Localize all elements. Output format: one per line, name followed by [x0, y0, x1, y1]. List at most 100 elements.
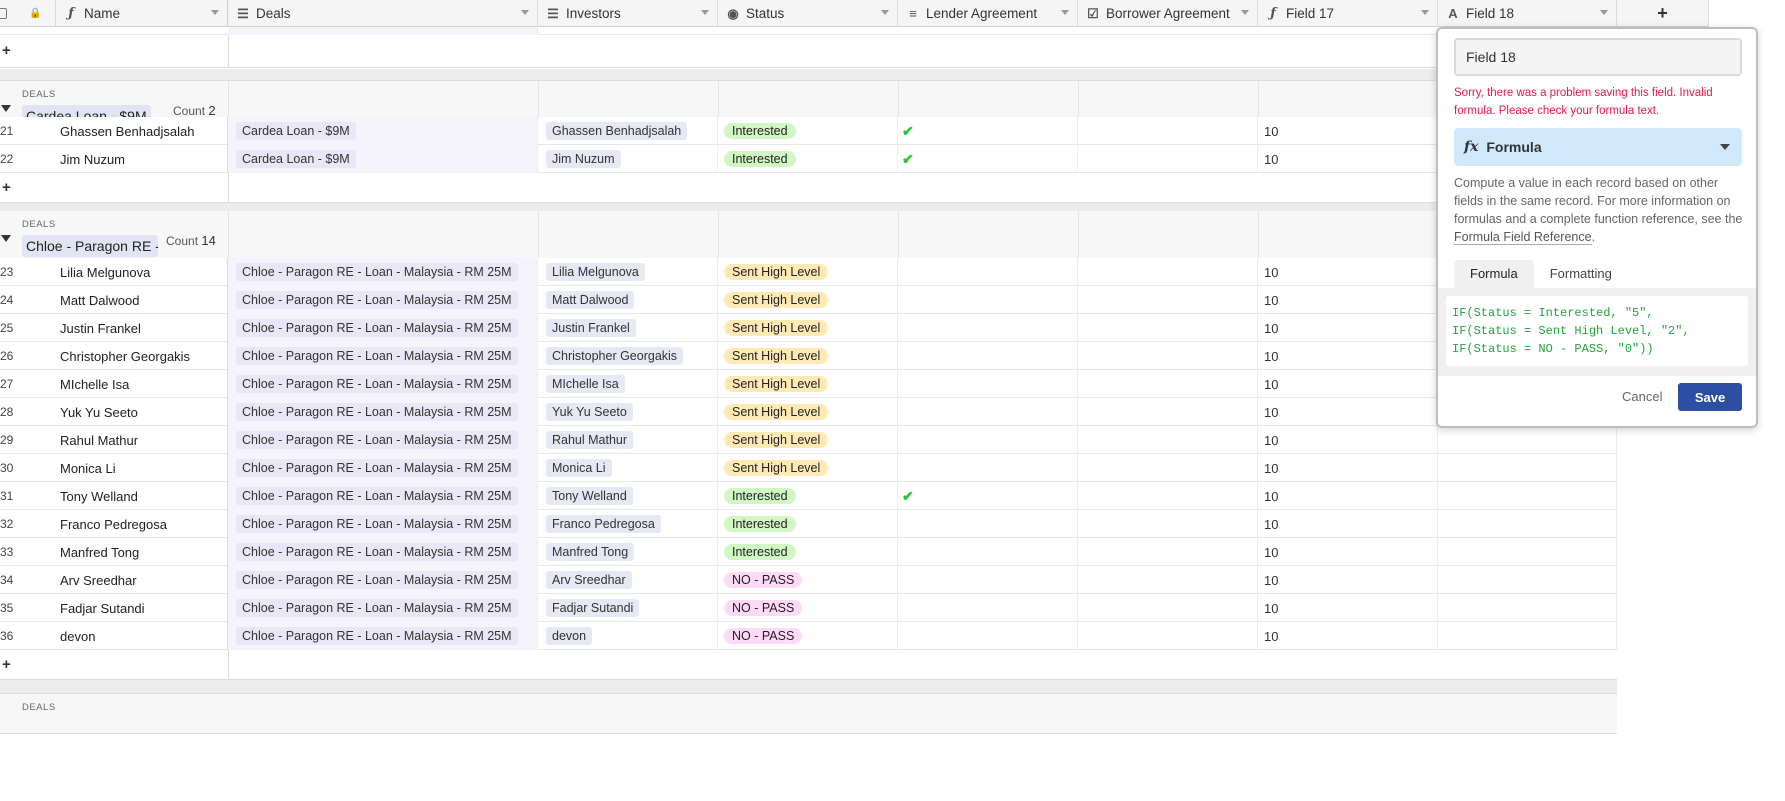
- name-cell[interactable]: Rahul Mathur: [56, 426, 228, 454]
- status-cell[interactable]: Sent High Level: [718, 286, 898, 314]
- lender-agreement-cell[interactable]: [898, 594, 1078, 622]
- lender-agreement-cell[interactable]: [898, 370, 1078, 398]
- deal-chip[interactable]: Chloe - Paragon RE - Loan - Malaysia - R…: [236, 459, 518, 477]
- investor-chip[interactable]: Justin Frankel: [546, 319, 636, 337]
- field18-cell[interactable]: [1438, 454, 1617, 482]
- status-cell[interactable]: NO - PASS: [718, 566, 898, 594]
- investor-chip[interactable]: Christopher Georgakis: [546, 347, 684, 365]
- formula-editor[interactable]: IF(Status = Interested, "5", IF(Status =…: [1446, 296, 1748, 366]
- status-cell[interactable]: Sent High Level: [718, 342, 898, 370]
- name-cell[interactable]: Christopher Georgakis: [56, 342, 228, 370]
- borrower-agreement-cell[interactable]: [1078, 538, 1258, 566]
- deal-cell[interactable]: Chloe - Paragon RE - Loan - Malaysia - R…: [228, 314, 538, 342]
- name-cell[interactable]: Justin Frankel: [56, 314, 228, 342]
- lender-agreement-cell[interactable]: [898, 258, 1078, 286]
- deal-cell[interactable]: Chloe - Paragon RE - Loan - Malaysia - R…: [228, 566, 538, 594]
- field18-cell[interactable]: [1438, 538, 1617, 566]
- field18-cell[interactable]: [1438, 594, 1617, 622]
- select-all-checkbox[interactable]: [0, 8, 7, 19]
- deal-cell[interactable]: Chloe - Paragon RE - Loan - Malaysia - R…: [228, 370, 538, 398]
- lender-agreement-cell[interactable]: [898, 314, 1078, 342]
- add-row[interactable]: +: [0, 36, 1617, 68]
- name-cell[interactable]: Ghassen Benhadjsalah: [56, 117, 228, 145]
- tab-formula[interactable]: Formula: [1454, 260, 1534, 288]
- lender-agreement-cell[interactable]: [898, 426, 1078, 454]
- deal-chip[interactable]: Chloe - Paragon RE - Loan - Malaysia - R…: [236, 543, 518, 561]
- name-cell[interactable]: Fadjar Sutandi: [56, 594, 228, 622]
- status-cell[interactable]: NO - PASS: [718, 594, 898, 622]
- investor-chip[interactable]: Manfred Tong: [546, 543, 635, 561]
- deal-chip[interactable]: Chloe - Paragon RE - Loan - Malaysia - R…: [236, 347, 518, 365]
- deal-cell[interactable]: Cardea Loan - $9M: [228, 145, 538, 173]
- field17-cell[interactable]: 10: [1258, 314, 1438, 342]
- deal-chip[interactable]: Chloe - Paragon RE - Loan - Malaysia - R…: [236, 431, 518, 449]
- status-cell[interactable]: Sent High Level: [718, 314, 898, 342]
- column-header-deals[interactable]: ☰ Deals: [228, 0, 538, 27]
- investor-cell[interactable]: MIchelle Isa: [538, 370, 718, 398]
- lender-agreement-cell[interactable]: ✔: [898, 117, 1078, 145]
- name-cell[interactable]: devon: [56, 622, 228, 650]
- deal-chip[interactable]: Chloe - Paragon RE - Loan - Malaysia - R…: [236, 571, 518, 589]
- field17-cell[interactable]: 10: [1258, 145, 1438, 173]
- field17-cell[interactable]: 10: [1258, 370, 1438, 398]
- chevron-down-icon[interactable]: [1241, 10, 1249, 15]
- collapse-triangle-icon[interactable]: [1, 235, 11, 242]
- borrower-agreement-cell[interactable]: [1078, 426, 1258, 454]
- investor-cell[interactable]: Jim Nuzum: [538, 145, 718, 173]
- add-field-button[interactable]: +: [1617, 0, 1709, 27]
- investor-cell[interactable]: Tony Welland: [538, 482, 718, 510]
- lender-agreement-cell[interactable]: [898, 510, 1078, 538]
- deal-cell[interactable]: Chloe - Paragon RE - Loan - Malaysia - R…: [228, 594, 538, 622]
- deal-chip[interactable]: Chloe - Paragon RE - Loan - Malaysia - R…: [236, 627, 518, 645]
- borrower-agreement-cell[interactable]: [1078, 510, 1258, 538]
- field-name-input[interactable]: [1454, 38, 1742, 76]
- investor-cell[interactable]: Christopher Georgakis: [538, 342, 718, 370]
- chevron-down-icon[interactable]: [701, 10, 709, 15]
- deal-chip[interactable]: Cardea Loan - $9M: [236, 150, 356, 168]
- deal-cell[interactable]: Chloe - Paragon RE - Loan - Malaysia - R…: [228, 398, 538, 426]
- name-cell[interactable]: Monica Li: [56, 454, 228, 482]
- field17-cell[interactable]: 10: [1258, 398, 1438, 426]
- add-row-icon[interactable]: +: [2, 42, 11, 59]
- investor-chip[interactable]: devon: [546, 627, 593, 645]
- chevron-down-icon[interactable]: [1421, 10, 1429, 15]
- field18-cell[interactable]: [1438, 426, 1617, 454]
- add-row-icon[interactable]: +: [2, 656, 11, 673]
- chevron-down-icon[interactable]: [1061, 10, 1069, 15]
- deal-cell[interactable]: Chloe - Paragon RE - Loan - Malaysia - R…: [228, 482, 538, 510]
- status-cell[interactable]: NO - PASS: [718, 622, 898, 650]
- field17-cell[interactable]: 10: [1258, 286, 1438, 314]
- name-cell[interactable]: Lilia Melgunova: [56, 258, 228, 286]
- deal-chip[interactable]: Chloe - Paragon RE - Loan - Malaysia - R…: [236, 263, 518, 281]
- borrower-agreement-cell[interactable]: [1078, 454, 1258, 482]
- cancel-button[interactable]: Cancel: [1622, 389, 1662, 404]
- field18-cell[interactable]: [1438, 566, 1617, 594]
- borrower-agreement-cell[interactable]: [1078, 314, 1258, 342]
- column-header-lender[interactable]: ≡ Lender Agreement: [898, 0, 1078, 27]
- borrower-agreement-cell[interactable]: [1078, 482, 1258, 510]
- deal-chip[interactable]: Chloe - Paragon RE - Loan - Malaysia - R…: [236, 403, 518, 421]
- field17-cell[interactable]: 10: [1258, 594, 1438, 622]
- borrower-agreement-cell[interactable]: [1078, 594, 1258, 622]
- deal-cell[interactable]: Chloe - Paragon RE - Loan - Malaysia - R…: [228, 538, 538, 566]
- collapse-triangle-icon[interactable]: [1, 105, 11, 112]
- name-cell[interactable]: Franco Pedregosa: [56, 510, 228, 538]
- lender-agreement-cell[interactable]: [898, 286, 1078, 314]
- investor-cell[interactable]: Ghassen Benhadjsalah: [538, 117, 718, 145]
- field17-cell[interactable]: 10: [1258, 426, 1438, 454]
- status-cell[interactable]: Interested: [718, 510, 898, 538]
- name-cell[interactable]: Tony Welland: [56, 482, 228, 510]
- deal-cell[interactable]: Chloe - Paragon RE - Loan - Malaysia - R…: [228, 426, 538, 454]
- group-header[interactable]: DEALS: [0, 694, 1617, 734]
- investor-chip[interactable]: Rahul Mathur: [546, 431, 634, 449]
- status-cell[interactable]: Interested: [718, 117, 898, 145]
- field17-cell[interactable]: 10: [1258, 566, 1438, 594]
- investor-cell[interactable]: Arv Sreedhar: [538, 566, 718, 594]
- deal-cell[interactable]: [228, 27, 538, 35]
- column-header-investors[interactable]: ☰ Investors: [538, 0, 718, 27]
- lender-agreement-cell[interactable]: [898, 342, 1078, 370]
- investor-cell[interactable]: Manfred Tong: [538, 538, 718, 566]
- borrower-agreement-cell[interactable]: [1078, 566, 1258, 594]
- deal-cell[interactable]: Chloe - Paragon RE - Loan - Malaysia - R…: [228, 510, 538, 538]
- lender-agreement-cell[interactable]: ✔: [898, 145, 1078, 173]
